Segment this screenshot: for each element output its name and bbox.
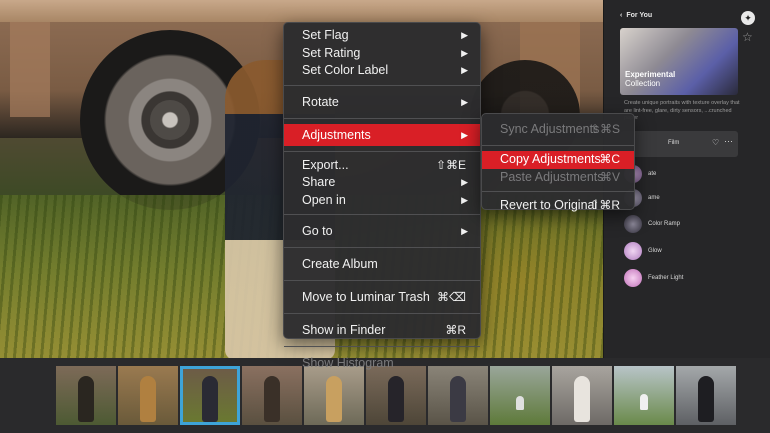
submenu-item-paste-adjustments: Paste Adjustments ⌘V [482, 169, 634, 187]
menu-item-open-in[interactable]: Open in ▶ [284, 192, 480, 210]
filmstrip-thumbnail-selected[interactable] [180, 366, 240, 425]
back-label: For You [626, 12, 653, 19]
menu-item-go-to[interactable]: Go to ▶ [284, 220, 480, 242]
menu-item-label: Sync Adjustments [500, 122, 600, 136]
menu-item-set-rating[interactable]: Set Rating ▶ [284, 45, 480, 63]
filmstrip-thumbnail[interactable] [118, 366, 178, 425]
menu-separator [284, 280, 480, 281]
collection-title: Experimental [625, 70, 676, 79]
look-row-selected[interactable]: Film ♡ ··· [620, 131, 738, 157]
menu-item-rotate[interactable]: Rotate ▶ [284, 91, 480, 113]
submenu-item-revert-to-original[interactable]: Revert to Original ⇧⌘R [482, 197, 634, 215]
submenu-arrow-icon: ▶ [461, 226, 468, 236]
look-label: Glow [648, 248, 662, 254]
look-thumbnail [624, 269, 642, 287]
menu-item-export[interactable]: Export... ⇧⌘E [284, 157, 480, 175]
menu-shortcut: ⌘R [445, 323, 466, 337]
submenu-item-sync-adjustments: Sync Adjustments ⇧⌘S [482, 118, 634, 140]
menu-separator [284, 214, 480, 215]
submenu-arrow-icon: ▶ [461, 47, 468, 58]
menu-item-label: Paste Adjustments [500, 169, 604, 184]
menu-shortcut: ⌘C [599, 152, 620, 166]
look-row[interactable]: Glow [624, 242, 662, 260]
filmstrip-thumbnail[interactable] [552, 366, 612, 425]
menu-item-adjustments[interactable]: Adjustments ▶ [284, 123, 480, 146]
menu-shortcut: ⌘V [599, 169, 620, 184]
look-label: ate [648, 171, 657, 177]
context-menu: Set Flag ▶ Set Rating ▶ Set Color Label ▶ R… [283, 22, 481, 370]
menu-item-show-in-finder[interactable]: Show in Finder ⌘R [284, 319, 480, 341]
menu-item-label: Adjustments [302, 127, 371, 142]
adjustments-submenu: Sync Adjustments ⇧⌘S Copy Adjustments ⌘C P… [481, 113, 635, 212]
look-row[interactable]: Feather Light [624, 269, 683, 287]
menu-shortcut: ⇧⌘R [589, 198, 620, 212]
star-icon[interactable]: ☆ [742, 30, 753, 44]
menu-item-label: Share [302, 175, 336, 189]
submenu-arrow-icon: ▶ [461, 194, 468, 205]
photo-wheel-hub [150, 100, 190, 140]
menu-item-label: Revert to Original [500, 198, 598, 212]
photo-truck-panel [0, 0, 603, 22]
menu-item-label: Show Histogram [302, 356, 394, 370]
menu-shortcut: ⇧⌘E [435, 157, 466, 172]
menu-item-label: Set Rating [302, 45, 361, 60]
menu-separator [284, 313, 480, 314]
submenu-arrow-icon: ▶ [461, 96, 468, 107]
menu-separator [284, 247, 480, 248]
menu-shortcut: ⇧⌘S [589, 122, 620, 136]
filmstrip-thumbnail[interactable] [490, 366, 550, 425]
menu-item-label: Move to Luminar Trash [302, 290, 430, 304]
look-row[interactable]: Color Ramp [624, 215, 680, 233]
menu-separator [284, 84, 480, 86]
filmstrip-thumbnail[interactable] [614, 366, 674, 425]
tools-icon[interactable]: ✦ [741, 11, 755, 25]
menu-item-set-flag[interactable]: Set Flag ▶ [284, 27, 480, 45]
filmstrip-thumbnail[interactable] [428, 366, 488, 425]
look-label: Film [668, 140, 680, 146]
submenu-arrow-icon: ▶ [461, 129, 468, 140]
photo-rust-left [10, 22, 50, 117]
menu-item-label: Export... [302, 157, 349, 172]
collection-hero-image[interactable]: Experimental Collection [620, 28, 738, 95]
menu-item-label: Open in [302, 192, 346, 207]
menu-item-share[interactable]: Share ▶ [284, 174, 480, 192]
menu-item-create-album[interactable]: Create Album [284, 253, 480, 275]
menu-item-label: Create Album [302, 257, 378, 271]
back-to-for-you-button[interactable]: ‹ For You [620, 12, 652, 19]
menu-item-label: Copy Adjustments [500, 152, 601, 166]
submenu-arrow-icon: ▶ [461, 65, 468, 75]
filmstrip-thumbnail[interactable] [366, 366, 426, 425]
submenu-arrow-icon: ▶ [461, 177, 468, 187]
chevron-left-icon: ‹ [620, 12, 623, 19]
submenu-item-copy-adjustments[interactable]: Copy Adjustments ⌘C [482, 151, 634, 169]
more-options-icon[interactable]: ··· [724, 136, 733, 146]
heart-icon[interactable]: ♡ [712, 138, 719, 147]
menu-item-show-histogram: Show Histogram [284, 352, 480, 374]
submenu-arrow-icon: ▶ [461, 30, 468, 40]
menu-item-label: Set Flag [302, 28, 349, 42]
menu-item-label: Show in Finder [302, 323, 386, 337]
look-label: ame [648, 195, 660, 201]
menu-separator [482, 191, 634, 192]
menu-item-label: Rotate [302, 94, 339, 109]
filmstrip-thumbnail[interactable] [676, 366, 736, 425]
menu-item-set-color-label[interactable]: Set Color Label ▶ [284, 62, 480, 80]
menu-separator [284, 117, 480, 119]
look-label: Feather Light [648, 275, 684, 281]
menu-separator [284, 346, 480, 347]
menu-separator [482, 145, 634, 146]
collection-subtitle: Collection [625, 79, 661, 88]
menu-separator [284, 150, 480, 152]
look-label: Color Ramp [648, 221, 681, 227]
look-thumbnail [624, 242, 642, 260]
collection-description: Create unique portraits with texture ove… [624, 100, 740, 121]
filmstrip-thumbnail[interactable] [56, 366, 116, 425]
menu-item-label: Set Color Label [302, 63, 389, 77]
filmstrip-thumbnail[interactable] [242, 366, 302, 425]
menu-shortcut: ⌘⌫ [437, 290, 466, 304]
look-thumbnail [624, 215, 642, 233]
filmstrip-thumbnail[interactable] [304, 366, 364, 425]
menu-item-label: Go to [302, 224, 333, 238]
menu-item-move-to-trash[interactable]: Move to Luminar Trash ⌘⌫ [284, 286, 480, 308]
